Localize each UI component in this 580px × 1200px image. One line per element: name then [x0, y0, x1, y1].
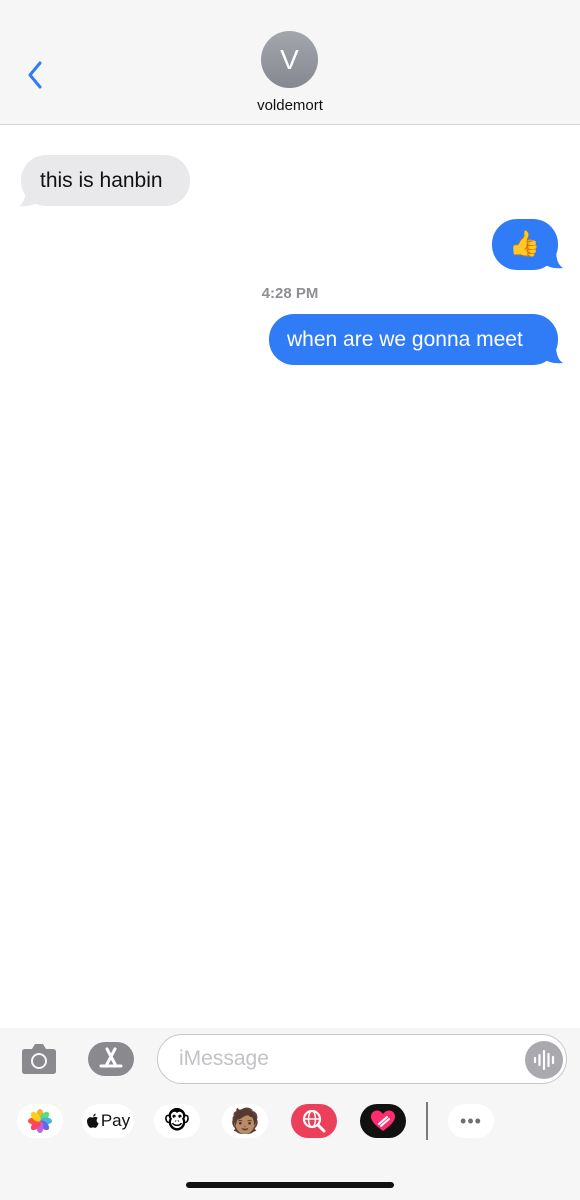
globe-search-icon	[302, 1109, 326, 1133]
app-store-button[interactable]	[88, 1042, 134, 1076]
message-bubble-incoming[interactable]: this is hanbin	[21, 155, 190, 206]
heart-touch-icon	[371, 1110, 395, 1131]
camera-button[interactable]	[20, 1042, 58, 1076]
memoji-icon: 🧑🏽	[230, 1107, 260, 1135]
camera-icon	[22, 1044, 56, 1074]
contact-name[interactable]: voldemort	[0, 97, 580, 114]
more-icon: •••	[460, 1110, 482, 1131]
message-bubble-outgoing[interactable]: 👍	[492, 219, 558, 270]
message-timestamp: 4:28 PM	[261, 285, 319, 302]
message-text: this is hanbin	[40, 169, 163, 192]
audio-message-button[interactable]	[525, 1041, 563, 1079]
apple-pay-button[interactable]: Pay	[82, 1104, 134, 1138]
home-indicator	[186, 1182, 394, 1188]
app-store-icon	[99, 1047, 123, 1068]
images-search-button[interactable]	[291, 1104, 337, 1138]
back-button[interactable]	[20, 58, 50, 92]
chevron-left-icon	[28, 61, 42, 89]
thumbs-up-emoji: 👍	[509, 230, 541, 258]
animoji-button[interactable]: 🐵	[154, 1104, 200, 1138]
monkey-icon: 🐵	[163, 1107, 191, 1135]
apple-logo-icon	[86, 1113, 99, 1128]
photos-app-button[interactable]	[17, 1104, 63, 1138]
more-apps-button[interactable]: •••	[448, 1104, 494, 1138]
imessage-input[interactable]	[157, 1034, 567, 1084]
app-drawer-divider	[426, 1102, 428, 1140]
message-bubble-outgoing[interactable]: when are we gonna meet	[269, 314, 558, 365]
audio-waveform-icon	[533, 1049, 555, 1071]
memoji-stickers-button[interactable]: 🧑🏽	[222, 1104, 268, 1138]
photos-icon	[28, 1109, 52, 1133]
apple-pay-label: Pay	[100, 1111, 131, 1130]
message-text: when are we gonna meet	[287, 328, 523, 351]
contact-avatar[interactable]: V	[261, 31, 318, 88]
digital-touch-button[interactable]	[360, 1104, 406, 1138]
